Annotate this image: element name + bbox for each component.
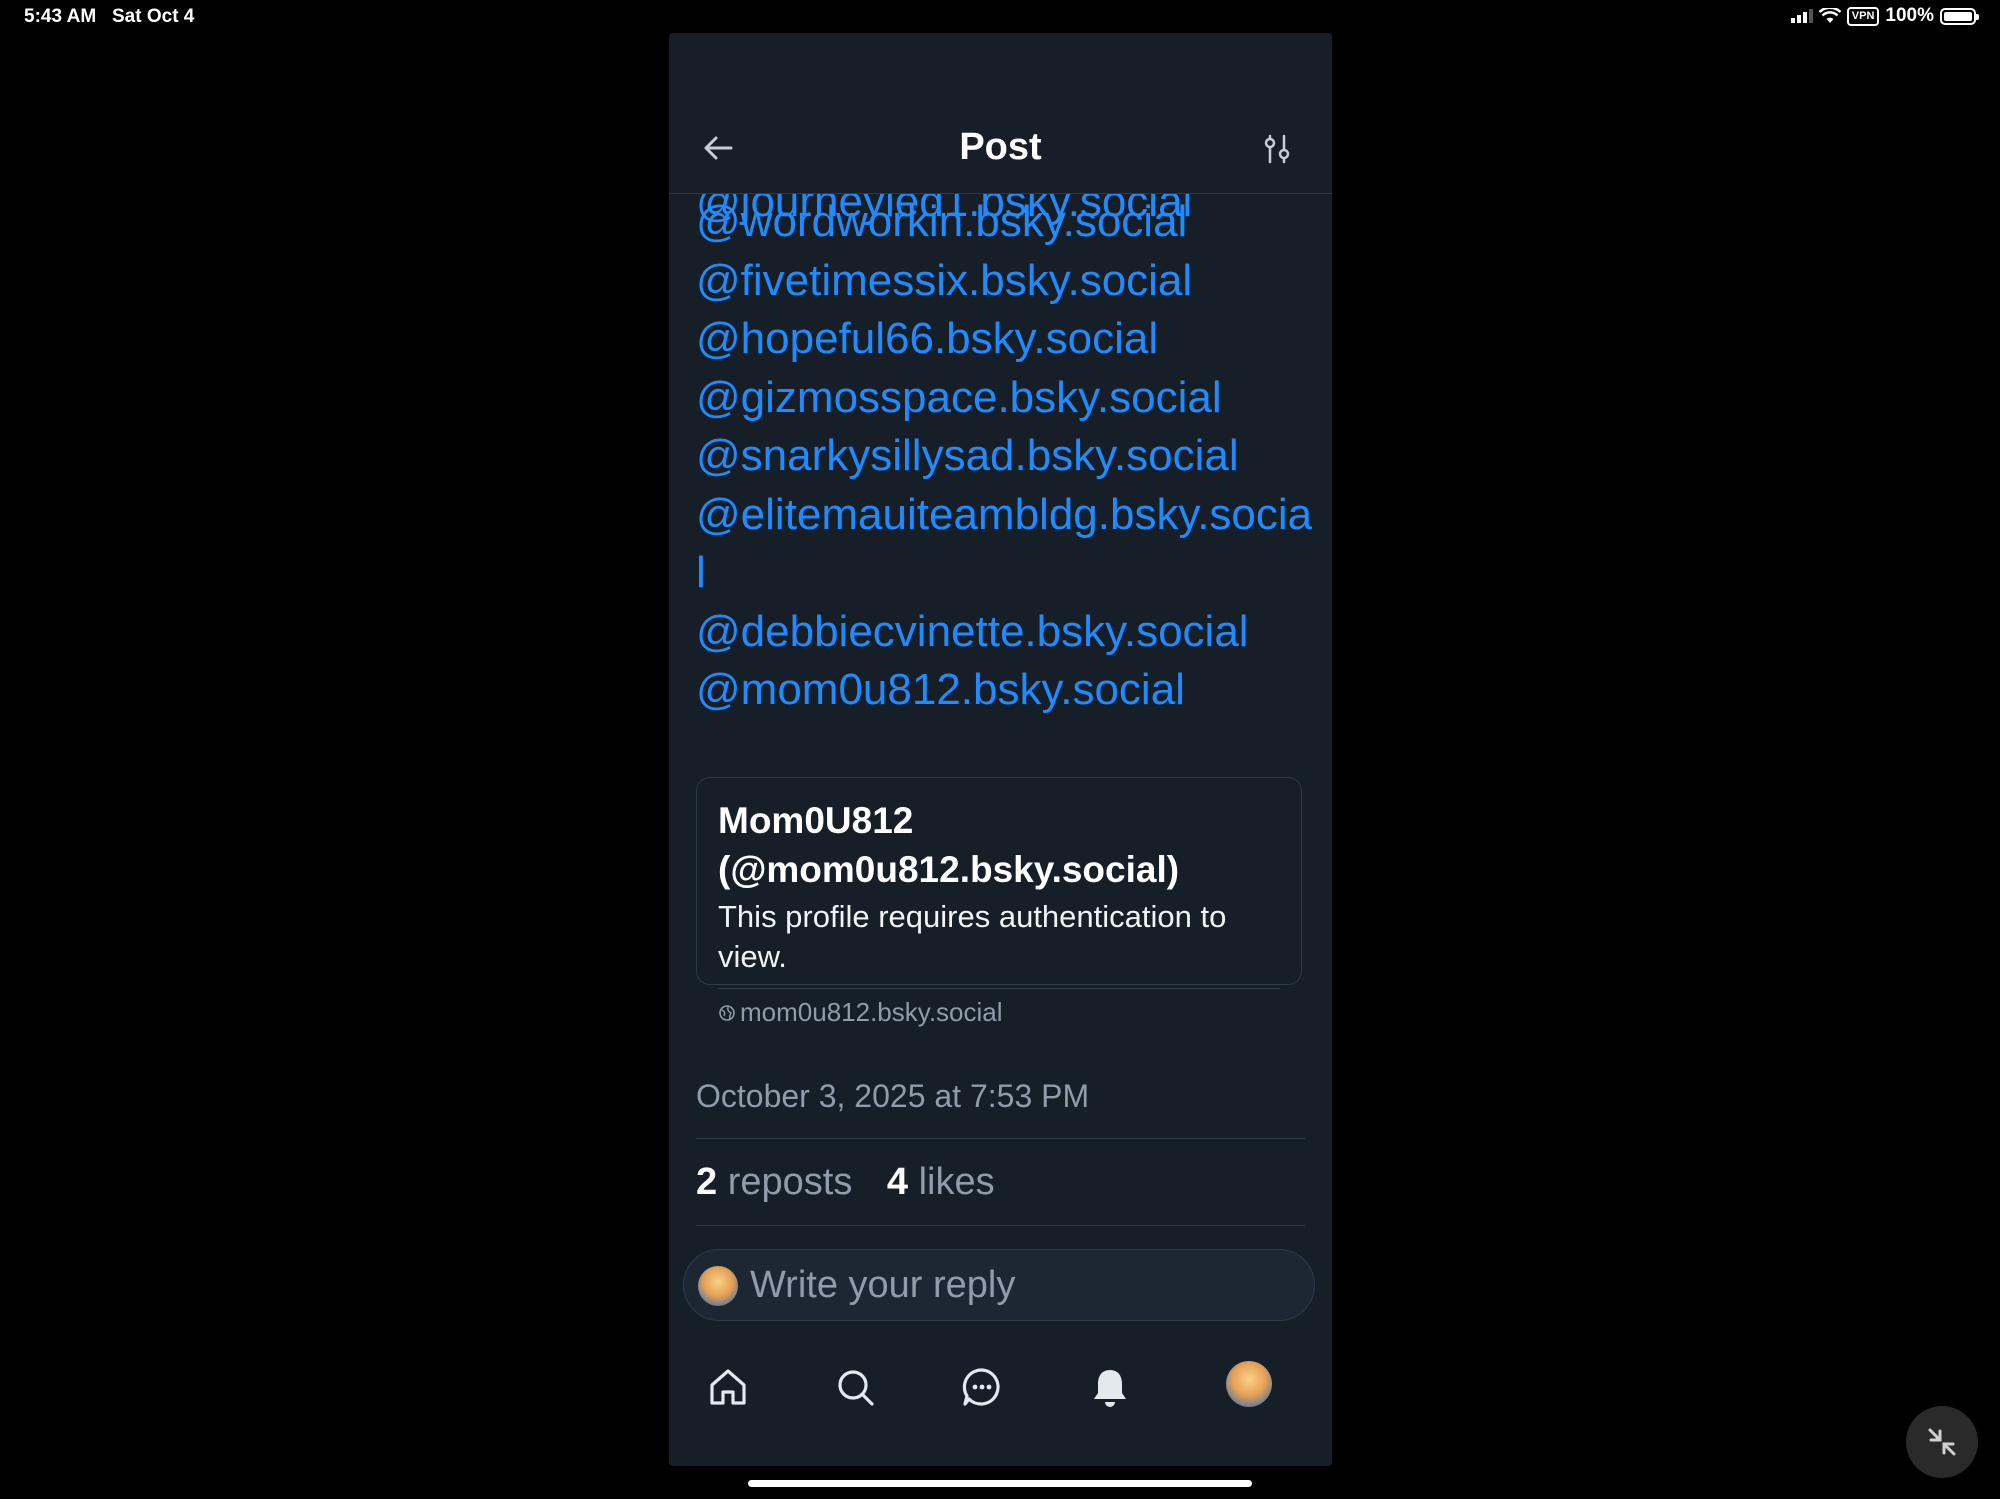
tab-chat[interactable] [958, 1363, 1006, 1411]
page-title: Post [959, 126, 1042, 168]
mention-link[interactable]: @fivetimessix.bsky.social [696, 252, 1316, 311]
battery-percent: 100% [1885, 5, 1934, 26]
link-card-domain: mom0u812.bsky.social [740, 997, 1003, 1027]
divider [696, 1225, 1305, 1226]
home-indicator[interactable] [748, 1480, 1252, 1487]
minimize-button[interactable] [1906, 1406, 1978, 1478]
bottom-tab-bar [669, 1343, 1332, 1443]
thread-settings-button[interactable] [1259, 131, 1295, 167]
home-icon [710, 1369, 746, 1405]
post-timestamp: October 3, 2025 at 7:53 PM [696, 1078, 1090, 1114]
tab-search[interactable] [831, 1363, 879, 1411]
globe-icon [719, 1004, 735, 1021]
status-date: Sat Oct 4 [112, 6, 195, 27]
link-card-domain-row: mom0u812.bsky.social [718, 997, 1003, 1028]
reply-composer[interactable]: Write your reply [683, 1249, 1315, 1321]
likes-label: likes [918, 1161, 995, 1203]
bell-icon [1094, 1370, 1126, 1407]
link-card-description: This profile requires authentication to … [718, 899, 1227, 974]
likes-count: 4 [886, 1161, 909, 1203]
engagement-stats: 2 reposts 4 likes [696, 1161, 995, 1204]
avatar [698, 1266, 738, 1306]
mention-link[interactable]: @snarkysillysad.bsky.social [696, 427, 1316, 486]
reposts-count: 2 [696, 1161, 718, 1203]
reply-placeholder: Write your reply [750, 1264, 1016, 1306]
tab-notifications[interactable] [1086, 1363, 1134, 1411]
mention-list: @wordworkin.bsky.social @fivetimessix.bs… [696, 193, 1316, 720]
battery-icon [1940, 7, 1979, 25]
likes-stat[interactable]: 4 likes [887, 1161, 995, 1203]
link-card-title: Mom0U812 (@mom0u812.bsky.social) [718, 800, 1180, 890]
collapse-arrows-icon [1928, 1428, 1956, 1456]
link-card-divider [718, 988, 1280, 989]
status-time: 5:43 AM [24, 6, 97, 27]
reposts-stat[interactable]: 2 reposts [696, 1161, 852, 1203]
divider [696, 1138, 1305, 1139]
sliders-icon [1264, 134, 1290, 164]
mention-link[interactable]: @debbiecvinette.bsky.social [696, 603, 1316, 662]
reposts-label: reposts [727, 1161, 853, 1203]
mention-link[interactable]: @hopeful66.bsky.social [696, 310, 1316, 369]
search-icon [838, 1370, 874, 1406]
wifi-icon [1818, 8, 1841, 23]
app-window: Post @journeyled1.bsky.social @wordworki… [669, 33, 1332, 1466]
post-header: Post [669, 33, 1332, 194]
tab-home[interactable] [704, 1363, 752, 1411]
mention-link[interactable]: @gizmosspace.bsky.social [696, 369, 1316, 428]
mention-link[interactable]: @mom0u812.bsky.social [696, 661, 1316, 720]
chat-icon [962, 1368, 1000, 1406]
status-indicators: VPN 100% [1790, 5, 1979, 27]
vpn-badge: VPN [1846, 6, 1880, 26]
cellular-signal-icon [1790, 9, 1813, 23]
mention-link[interactable]: @elitemauiteambldg.bsky.social [696, 486, 1316, 603]
status-bar: 5:43 AM Sat Oct 4 VPN 100% [0, 0, 2000, 36]
link-preview-card[interactable]: Mom0U812 (@mom0u812.bsky.social) This pr… [696, 777, 1302, 1027]
tab-profile-avatar[interactable] [1226, 1361, 1272, 1407]
